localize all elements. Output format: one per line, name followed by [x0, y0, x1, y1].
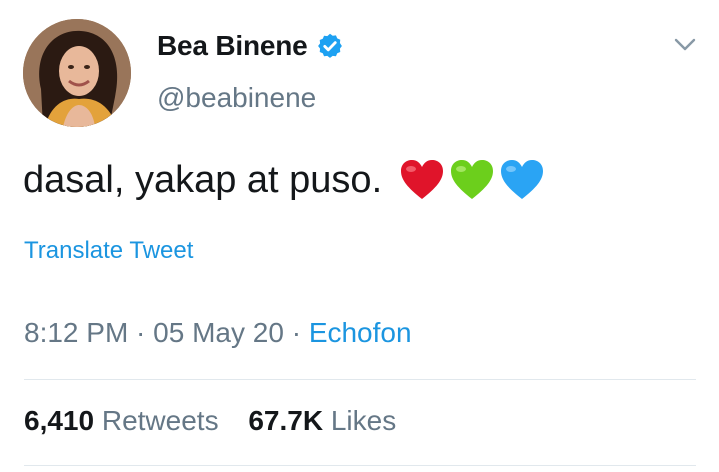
- chevron-down-icon[interactable]: [672, 36, 698, 54]
- tweet-meta: 8:12 PM · 05 May 20 · Echofon: [24, 317, 412, 349]
- retweets-count: 6,410: [24, 405, 95, 436]
- retweets-stat[interactable]: 6,410 Retweets: [24, 405, 219, 437]
- tweet-date[interactable]: 05 May 20: [153, 317, 284, 348]
- tweet-stats: 6,410 Retweets 67.7K Likes: [24, 405, 396, 437]
- green-heart-icon: [448, 158, 496, 202]
- emoji-group: [398, 158, 546, 202]
- verified-badge-icon: [316, 32, 344, 60]
- likes-label: Likes: [330, 405, 397, 436]
- divider: [24, 465, 696, 466]
- user-handle[interactable]: @beabinene: [157, 82, 316, 114]
- blue-heart-icon: [498, 158, 546, 202]
- display-name[interactable]: Bea Binene: [157, 30, 308, 62]
- meta-separator: ·: [283, 317, 309, 348]
- translate-tweet-link[interactable]: Translate Tweet: [24, 237, 193, 265]
- tweet-time[interactable]: 8:12 PM: [24, 317, 128, 348]
- tweet-text: dasal, yakap at puso.: [23, 158, 546, 202]
- retweets-label: Retweets: [101, 405, 219, 436]
- user-name-row: Bea Binene: [157, 30, 344, 62]
- likes-stat[interactable]: 67.7K Likes: [248, 405, 396, 437]
- meta-separator: ·: [128, 317, 154, 348]
- red-heart-icon: [398, 158, 446, 202]
- profile-photo: [23, 19, 131, 127]
- tweet-source-link[interactable]: Echofon: [309, 317, 412, 348]
- avatar[interactable]: [23, 19, 131, 127]
- tweet-body: dasal, yakap at puso.: [23, 158, 383, 201]
- likes-count: 67.7K: [248, 405, 324, 436]
- divider: [24, 379, 696, 380]
